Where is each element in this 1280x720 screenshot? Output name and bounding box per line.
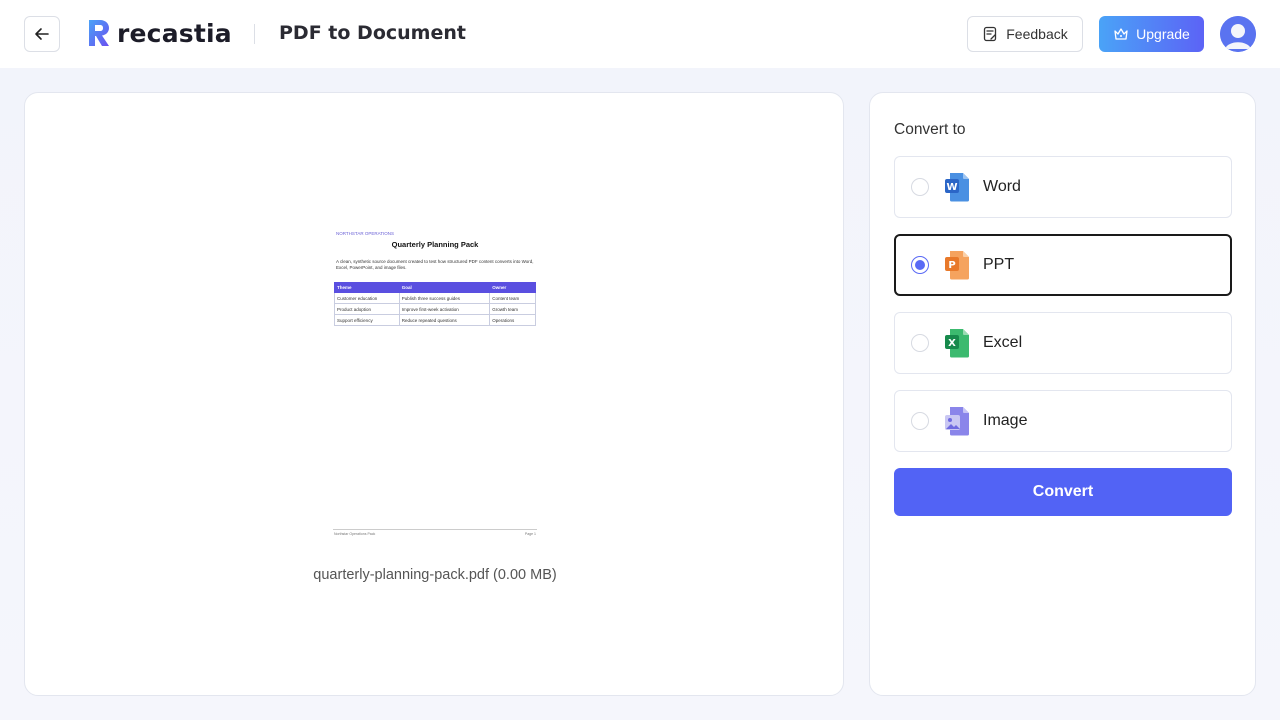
convert-button[interactable]: Convert [894, 468, 1232, 516]
pdf-page-thumbnail: NORTHSTAR OPERATIONS Quarterly Planning … [333, 229, 537, 545]
pdf-table-row: Support efficiency Reduce repeated quest… [334, 314, 536, 326]
crown-icon [1114, 28, 1128, 40]
avatar[interactable] [1220, 16, 1256, 52]
option-excel-label: Excel [983, 334, 1023, 351]
radio-ppt[interactable] [911, 256, 929, 274]
header-divider [254, 24, 255, 44]
radio-word[interactable] [911, 178, 929, 196]
page-title: PDF to Document [279, 22, 466, 44]
arrow-left-icon [35, 28, 49, 40]
feedback-button[interactable]: Feedback [967, 16, 1083, 52]
brand-logo[interactable]: recastia [87, 17, 232, 49]
image-icon [945, 407, 969, 436]
top-header: recastia PDF to Document Feedback Upgrad… [0, 0, 1280, 68]
pdf-table-row: Customer education Publish three success… [334, 292, 536, 304]
pdf-table-cell: Operations [489, 314, 536, 326]
feedback-icon [984, 26, 997, 42]
excel-icon: X [945, 329, 969, 358]
pdf-table-cell: Reduce repeated questions [398, 314, 491, 326]
pdf-preview-panel: NORTHSTAR OPERATIONS Quarterly Planning … [24, 92, 844, 696]
pdf-footer-right: Page 1 [524, 532, 536, 536]
convert-to-label: Convert to [894, 121, 966, 138]
option-word-label: Word [983, 178, 1021, 195]
pdf-table-cell: Product adoption [334, 303, 400, 315]
ppt-icon: P [945, 251, 969, 280]
pdf-title: Quarterly Planning Pack [391, 240, 479, 249]
pdf-table-cell: Publish three success guides [398, 292, 491, 304]
pdf-table-cell: Support efficiency [334, 314, 400, 326]
pdf-table-cell: Growth team [489, 303, 536, 315]
pdf-table-header-row: Theme Goal Owner [334, 282, 536, 293]
pdf-description: A clean, synthetic source document creat… [336, 259, 534, 270]
radio-excel[interactable] [911, 334, 929, 352]
pdf-table-header: Goal [398, 282, 491, 293]
option-image[interactable]: Image [894, 390, 1232, 452]
pdf-table-header: Owner [489, 282, 536, 293]
pdf-table-row: Product adoption Improve first-week acti… [334, 303, 536, 315]
option-ppt[interactable]: P PPT [894, 234, 1232, 296]
back-button[interactable] [24, 16, 60, 52]
option-ppt-label: PPT [983, 256, 1015, 273]
file-name-caption: quarterly-planning-pack.pdf (0.00 MB) [313, 567, 557, 583]
option-excel[interactable]: X Excel [894, 312, 1232, 374]
pdf-table-cell: Content team [489, 292, 536, 304]
option-image-label: Image [983, 412, 1028, 429]
brand-name: recastia [117, 18, 232, 48]
option-word[interactable]: W Word [894, 156, 1232, 218]
upgrade-label: Upgrade [1136, 26, 1190, 42]
svg-text:P: P [948, 260, 955, 271]
logo-mark-icon [89, 20, 109, 46]
pdf-table-cell: Improve first-week activation [398, 303, 491, 315]
pdf-footer-divider [333, 529, 537, 530]
upgrade-button[interactable]: Upgrade [1099, 16, 1204, 52]
radio-image[interactable] [911, 412, 929, 430]
word-icon: W [945, 173, 969, 202]
feedback-label: Feedback [1006, 26, 1068, 42]
user-avatar-icon [1220, 16, 1256, 52]
pdf-table-header: Theme [334, 282, 400, 293]
pdf-table-cell: Customer education [334, 292, 400, 304]
svg-text:X: X [948, 338, 956, 349]
svg-text:W: W [946, 182, 957, 193]
pdf-footer-left: Northstar Operations Pack [334, 532, 376, 536]
pdf-org-label: NORTHSTAR OPERATIONS [336, 231, 395, 236]
convert-panel: Convert to W Word P PPT X Excel Image Co… [869, 92, 1256, 696]
pdf-table: Theme Goal Owner Customer education Publ… [334, 282, 536, 326]
